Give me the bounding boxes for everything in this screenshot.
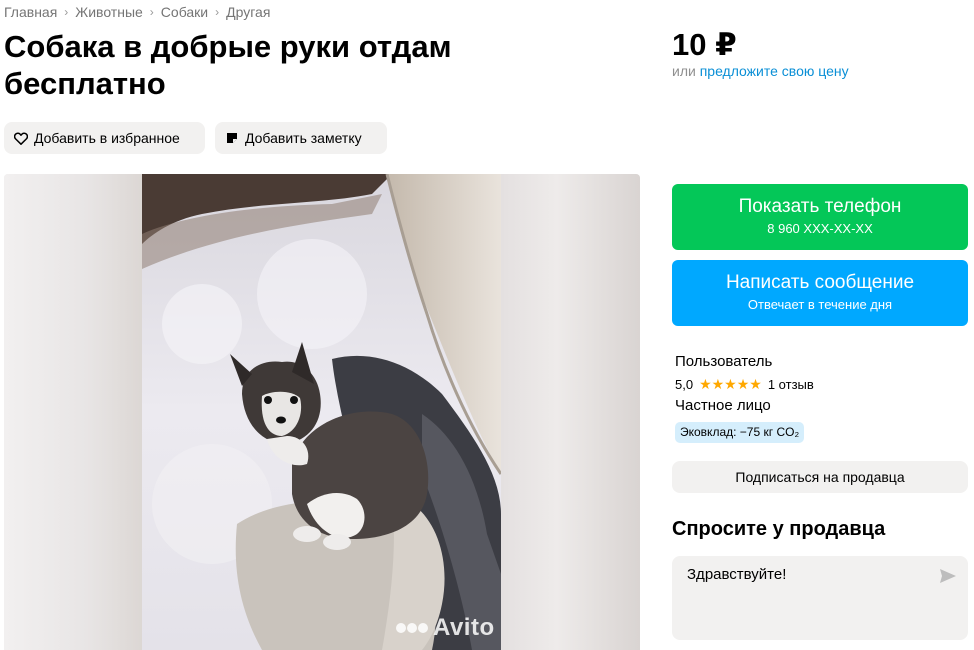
price-offer-prefix: или bbox=[672, 63, 696, 79]
offer-price-link[interactable]: предложите свою цену bbox=[700, 63, 849, 79]
add-to-favorites-button[interactable]: Добавить в избранное bbox=[4, 122, 205, 154]
send-icon[interactable] bbox=[938, 566, 958, 586]
note-icon bbox=[225, 131, 239, 145]
seller-type: Частное лицо bbox=[675, 397, 771, 414]
write-message-button[interactable]: Написать сообщение Отвечает в течение дн… bbox=[672, 260, 968, 326]
gallery-blur-left bbox=[4, 174, 142, 650]
add-note-button[interactable]: Добавить заметку bbox=[215, 122, 387, 154]
phone-masked: 8 960 XXX-XX-XX bbox=[767, 221, 873, 236]
response-time: Отвечает в течение дня bbox=[747, 297, 893, 312]
listing-photo[interactable] bbox=[142, 174, 501, 650]
breadcrumb-home[interactable]: Главная bbox=[4, 4, 57, 20]
photo-gallery[interactable]: Avito bbox=[4, 174, 640, 650]
breadcrumb-animals[interactable]: Животные bbox=[75, 4, 143, 20]
subscribe-seller-button[interactable]: Подписаться на продавца bbox=[672, 461, 968, 493]
add-note-label: Добавить заметку bbox=[245, 130, 362, 146]
price: 10 ₽ bbox=[672, 27, 737, 62]
avito-watermark: Avito bbox=[396, 614, 495, 642]
breadcrumb-dogs[interactable]: Собаки bbox=[161, 4, 208, 20]
heart-icon bbox=[14, 131, 28, 145]
message-input[interactable] bbox=[672, 556, 922, 640]
rating-stars: ★★★★★ bbox=[699, 376, 762, 392]
eco-badge[interactable]: Эковклад: −75 кг CO₂ bbox=[675, 422, 805, 443]
rating-value: 5,0 bbox=[675, 377, 694, 392]
avito-logo-icon bbox=[396, 623, 429, 633]
reviews-link[interactable]: 1 отзыв bbox=[768, 377, 814, 392]
breadcrumb: Главная › Животные › Собаки › Другая bbox=[4, 4, 270, 20]
breadcrumb-separator: › bbox=[215, 5, 220, 19]
breadcrumb-other[interactable]: Другая bbox=[226, 4, 270, 20]
ask-seller-box bbox=[672, 556, 968, 640]
seller-rating: 5,0 ★★★★★ 1 отзыв bbox=[675, 376, 814, 393]
show-phone-label: Показать телефон bbox=[738, 196, 902, 217]
watermark-text: Avito bbox=[433, 614, 495, 641]
breadcrumb-separator: › bbox=[64, 5, 69, 19]
show-phone-button[interactable]: Показать телефон 8 960 XXX-XX-XX bbox=[672, 184, 968, 250]
write-message-label: Написать сообщение bbox=[725, 272, 915, 293]
page-title: Собака в добрые руки отдам бесплатно bbox=[4, 29, 452, 101]
add-to-favorites-label: Добавить в избранное bbox=[34, 130, 180, 146]
breadcrumb-separator: › bbox=[149, 5, 154, 19]
ask-seller-title: Спросите у продавца bbox=[672, 518, 886, 540]
gallery-blur-right bbox=[501, 174, 640, 650]
seller-name[interactable]: Пользователь bbox=[675, 353, 772, 370]
price-offer: или предложите свою цену bbox=[672, 63, 849, 79]
